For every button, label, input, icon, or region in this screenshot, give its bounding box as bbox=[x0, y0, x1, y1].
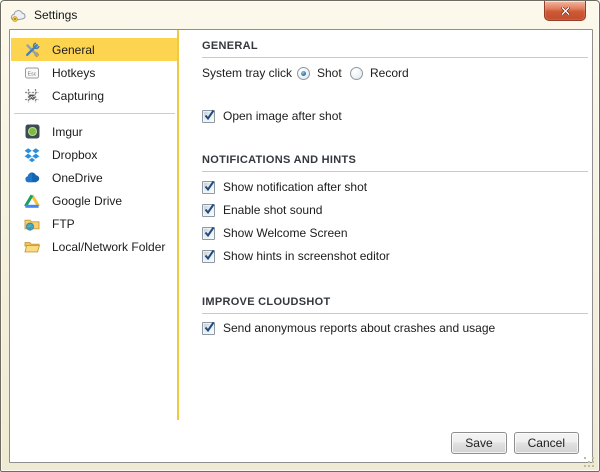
sidebar-item-label: Imgur bbox=[52, 125, 83, 139]
dropbox-icon bbox=[24, 147, 40, 163]
sidebar-item-label: Capturing bbox=[52, 89, 104, 103]
sidebar-item-label: Hotkeys bbox=[52, 66, 95, 80]
sidebar-item-label: Local/Network Folder bbox=[52, 240, 165, 254]
sidebar-item-capturing[interactable]: Capturing bbox=[11, 84, 177, 107]
section-header-improve: IMPROVE CLOUDSHOT bbox=[202, 296, 588, 314]
onedrive-icon bbox=[24, 170, 40, 186]
close-button[interactable] bbox=[544, 1, 586, 21]
settings-content: GENERAL System tray click Shot Record Op… bbox=[202, 30, 588, 462]
checkbox-show-welcome-screen[interactable]: Show Welcome Screen bbox=[202, 226, 348, 240]
checkbox-control[interactable] bbox=[202, 181, 215, 194]
save-button[interactable]: Save bbox=[451, 432, 506, 454]
sidebar-item-ftp[interactable]: FTP bbox=[11, 212, 177, 235]
checkbox-control[interactable] bbox=[202, 110, 215, 123]
checkbox-show-notification[interactable]: Show notification after shot bbox=[202, 180, 367, 194]
radio-record-control[interactable] bbox=[350, 67, 363, 80]
resize-grip[interactable] bbox=[584, 457, 595, 468]
sidebar-item-local-network-folder[interactable]: Local/Network Folder bbox=[11, 235, 177, 258]
radio-shot-control[interactable] bbox=[297, 67, 310, 80]
cloudshot-cloud-icon bbox=[10, 8, 27, 22]
section-header-notifications: NOTIFICATIONS AND HINTS bbox=[202, 154, 588, 172]
checkbox-send-anonymous-reports[interactable]: Send anonymous reports about crashes and… bbox=[202, 321, 495, 335]
imgur-icon bbox=[24, 124, 40, 140]
title-bar[interactable]: Settings bbox=[1, 1, 599, 29]
sidebar-item-imgur[interactable]: Imgur bbox=[11, 120, 177, 143]
checkbox-show-hints[interactable]: Show hints in screenshot editor bbox=[202, 249, 390, 263]
sidebar-item-label: General bbox=[52, 43, 95, 57]
checkbox-enable-shot-sound[interactable]: Enable shot sound bbox=[202, 203, 322, 217]
window-title: Settings bbox=[34, 8, 77, 22]
sidebar-separator bbox=[14, 113, 175, 114]
sidebar-item-google-drive[interactable]: Google Drive bbox=[11, 189, 177, 212]
ftp-folder-globe-icon bbox=[24, 216, 40, 232]
radio-shot[interactable]: Shot bbox=[297, 66, 342, 80]
checkbox-control[interactable] bbox=[202, 250, 215, 263]
sidebar-item-label: OneDrive bbox=[52, 171, 103, 185]
sidebar-item-onedrive[interactable]: OneDrive bbox=[11, 166, 177, 189]
footer-buttons: Save Cancel bbox=[451, 432, 579, 454]
checkbox-open-image-after-shot[interactable]: Open image after shot bbox=[202, 109, 342, 123]
folder-icon bbox=[24, 239, 40, 255]
sidebar-item-label: Dropbox bbox=[52, 148, 97, 162]
sidebar-item-label: FTP bbox=[52, 217, 75, 231]
sidebar-item-label: Google Drive bbox=[52, 194, 122, 208]
checkbox-control[interactable] bbox=[202, 322, 215, 335]
checkbox-control[interactable] bbox=[202, 227, 215, 240]
system-tray-click-row: System tray click Shot Record bbox=[202, 66, 292, 80]
crop-icon bbox=[24, 88, 40, 104]
tools-icon bbox=[24, 42, 40, 58]
radio-record[interactable]: Record bbox=[350, 66, 409, 80]
sidebar: General Esc Hotkeys bbox=[10, 30, 179, 420]
sidebar-item-general[interactable]: General bbox=[11, 38, 177, 61]
esc-key-icon: Esc bbox=[24, 65, 40, 81]
section-header-general: GENERAL bbox=[202, 40, 588, 58]
system-tray-click-label: System tray click bbox=[202, 66, 292, 80]
client-area: General Esc Hotkeys bbox=[9, 29, 593, 463]
sidebar-item-dropbox[interactable]: Dropbox bbox=[11, 143, 177, 166]
settings-window: Settings General bbox=[0, 0, 600, 472]
svg-text:Esc: Esc bbox=[28, 71, 37, 77]
close-x-icon bbox=[561, 7, 570, 15]
checkbox-control[interactable] bbox=[202, 204, 215, 217]
cancel-button[interactable]: Cancel bbox=[514, 432, 579, 454]
sidebar-item-hotkeys[interactable]: Esc Hotkeys bbox=[11, 61, 177, 84]
google-drive-icon bbox=[24, 193, 40, 209]
